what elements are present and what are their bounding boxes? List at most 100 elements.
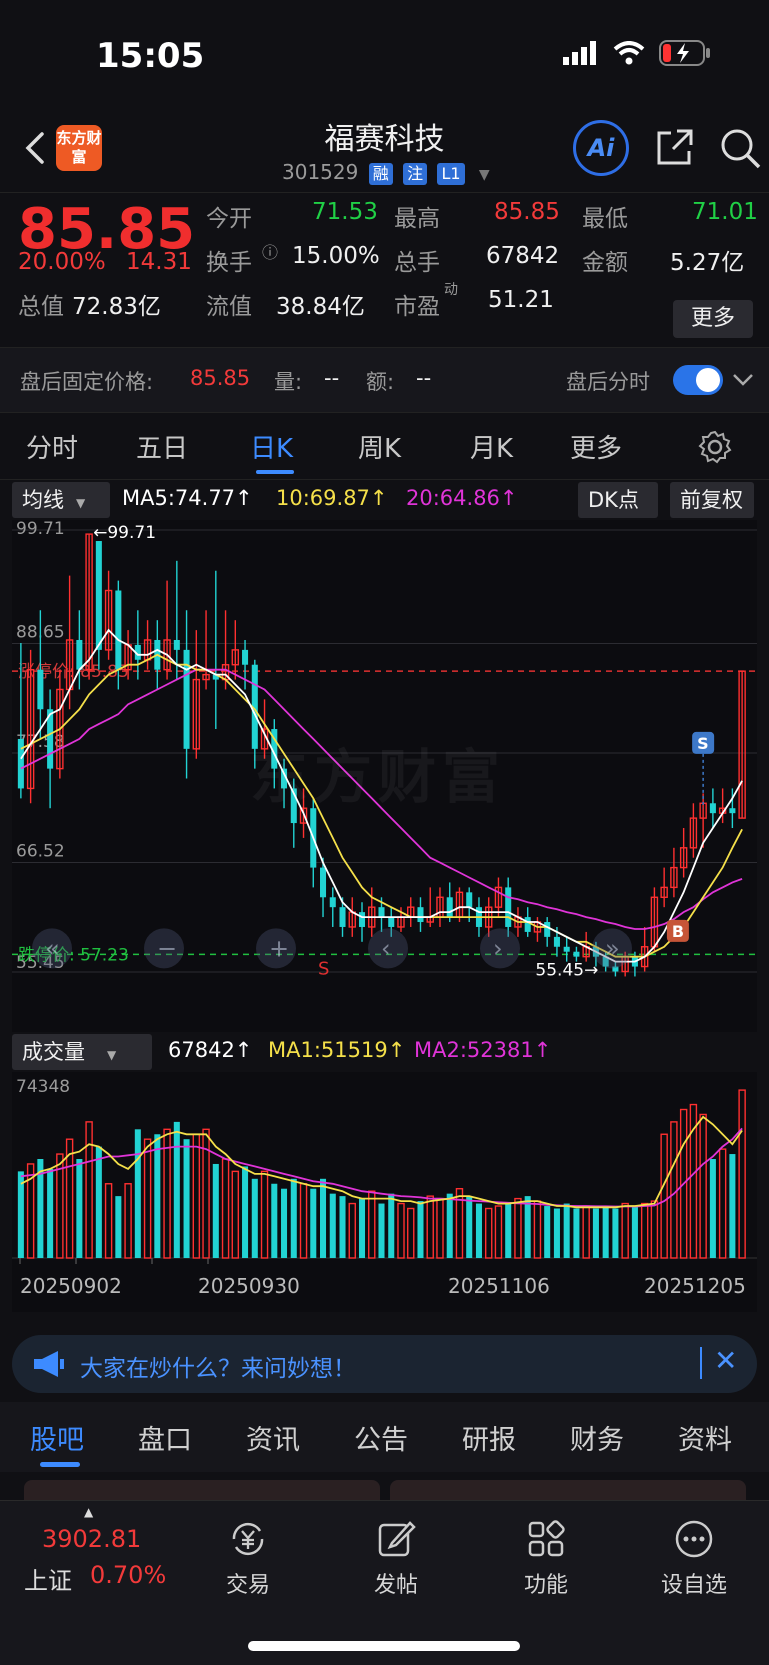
ah-intraday-label: 盘后分时 [566, 370, 650, 394]
caret-down-icon: ▼ [107, 1048, 117, 1062]
stock-code-row[interactable]: 301529 融 注 L1 ▼ [282, 160, 490, 185]
ma10-label: 10:69.87↑ [276, 486, 388, 510]
tab-weekly-k[interactable]: 周K [358, 428, 401, 465]
caret-up-icon: ▲ [84, 1505, 94, 1519]
volume-bar [358, 1198, 366, 1258]
watermark: 东方财富 [250, 743, 507, 811]
home-indicator [248, 1641, 520, 1651]
index-change[interactable]: 0.70% [90, 1561, 166, 1589]
volume-bar [115, 1196, 122, 1258]
fast-forward-icon-glyph: » [605, 934, 620, 962]
candle-body [446, 897, 453, 918]
ask-banner[interactable]: 大家在炒什么？来问妙想！ ✕ [12, 1335, 757, 1393]
ah-amt-label: 额: [366, 370, 395, 394]
pan-right-icon-glyph: › [493, 934, 503, 962]
date-axis: 20250902 20250930 20251106 20251205 [0, 1266, 769, 1312]
stock-header: 东方财富 福赛科技 301529 融 注 L1 ▼ Ai [0, 110, 769, 192]
candle-body [563, 946, 570, 952]
candle-body [37, 669, 44, 710]
tab-finance[interactable]: 财务 [570, 1418, 624, 1457]
y-tick-label: 99.71 [16, 520, 65, 539]
candle-body [505, 887, 512, 927]
volume-bar [290, 1178, 297, 1258]
megaphone-icon [34, 1351, 64, 1377]
zoom-in-icon-glyph: + [269, 934, 289, 962]
tab-intraday[interactable]: 分时 [26, 428, 78, 465]
candle-body [544, 922, 551, 937]
after-hours-bar: 盘后固定价格: 85.85 量: -- 额: -- 盘后分时 [0, 347, 769, 413]
share-icon[interactable] [653, 127, 695, 169]
pe-value: 51.21 [488, 287, 554, 313]
sell-signal-label: S [697, 734, 709, 753]
ah-price-label: 盘后固定价格: [20, 370, 154, 394]
chevron-down-icon: ▼ [478, 167, 490, 183]
adjust-button[interactable]: 前复权 [670, 482, 754, 518]
tab-news[interactable]: 资讯 [246, 1418, 300, 1457]
ah-amt: -- [416, 366, 432, 390]
volume-bar [602, 1206, 609, 1258]
volume-legend-bar: 成交量 ▼ 67842↑ MA1:51519↑ MA2:52381↑ [0, 1034, 769, 1070]
after-hours-toggle[interactable] [673, 365, 723, 395]
content-tabs: 股吧 盘口 资讯 公告 研报 财务 资料 [0, 1402, 769, 1504]
volume-bar [378, 1203, 385, 1258]
bottom-nav: ▲ 3902.81 上证 0.70% 交易 发帖 功能 设自选 [0, 1500, 769, 1665]
ai-button[interactable]: Ai [573, 120, 629, 176]
battery-icon [659, 40, 710, 66]
volume-bar [17, 1171, 24, 1258]
s-marker: S [318, 958, 329, 979]
dk-point-button[interactable]: DK点 [578, 482, 658, 518]
ma-legend-bar: 均线 ▼ MA5:74.77↑ 10:69.87↑ 20:64.86↑ DK点 前… [0, 482, 769, 520]
gear-icon[interactable] [698, 430, 732, 464]
volume-value: 67842↑ [168, 1038, 253, 1062]
tag-level1: L1 [437, 163, 465, 185]
candle-body [95, 541, 102, 650]
date-tick: 20251205 [644, 1274, 746, 1298]
yuan-exchange-icon [232, 1522, 264, 1556]
nav-watchlist[interactable]: 设自选 [644, 1519, 744, 1599]
date-tick: 20251106 [448, 1274, 550, 1298]
tab-five-day[interactable]: 五日 [136, 428, 188, 465]
tab-daily-k[interactable]: 日K [250, 428, 293, 465]
volume-bar [446, 1193, 453, 1258]
ah-price: 85.85 [190, 366, 251, 390]
min-marker: 55.45→ [535, 960, 598, 980]
date-tick: 20250902 [20, 1274, 122, 1298]
nav-functions[interactable]: 功能 [496, 1519, 596, 1599]
volume-bar [339, 1196, 346, 1258]
chevron-down-icon[interactable] [732, 372, 754, 388]
active-tab-indicator [256, 470, 294, 474]
candle-body [17, 738, 24, 789]
zoom-out-icon-glyph: − [157, 934, 177, 962]
ma20-label: 20:64.86↑ [406, 486, 518, 510]
tab-announcements[interactable]: 公告 [354, 1418, 408, 1457]
volume-bar [563, 1203, 570, 1258]
candle-body [242, 649, 249, 665]
candle-body [173, 639, 180, 650]
index-name[interactable]: 上证 [24, 1561, 72, 1596]
tab-pankou[interactable]: 盘口 [138, 1418, 192, 1457]
indicator-select-label: 均线 [22, 488, 64, 512]
tab-monthly-k[interactable]: 月K [470, 428, 513, 465]
info-icon[interactable]: ⓘ [262, 239, 278, 263]
tab-more[interactable]: 更多 [570, 428, 622, 465]
close-icon[interactable]: ✕ [714, 1344, 737, 1377]
volume-select[interactable]: 成交量 ▼ [12, 1034, 152, 1070]
nav-trade-label: 交易 [225, 1573, 270, 1598]
candle-body [329, 897, 336, 908]
tag-registered: 注 [403, 163, 428, 185]
volume-bar [242, 1166, 249, 1258]
tab-research[interactable]: 研报 [462, 1418, 516, 1457]
nav-post[interactable]: 发帖 [346, 1519, 446, 1599]
volume-max-label: 74348 [16, 1077, 70, 1097]
candle-body [709, 803, 716, 814]
open-value: 71.53 [312, 199, 378, 225]
candle-body [115, 590, 122, 670]
more-button[interactable]: 更多 [673, 300, 753, 338]
tab-guba[interactable]: 股吧 [30, 1418, 84, 1457]
tab-profile[interactable]: 资料 [678, 1418, 732, 1457]
search-icon[interactable] [719, 127, 761, 169]
index-value[interactable]: 3902.81 [42, 1525, 141, 1553]
indicator-select[interactable]: 均线 ▼ [12, 482, 110, 518]
candle-body [378, 907, 385, 918]
nav-trade[interactable]: 交易 [198, 1519, 298, 1599]
